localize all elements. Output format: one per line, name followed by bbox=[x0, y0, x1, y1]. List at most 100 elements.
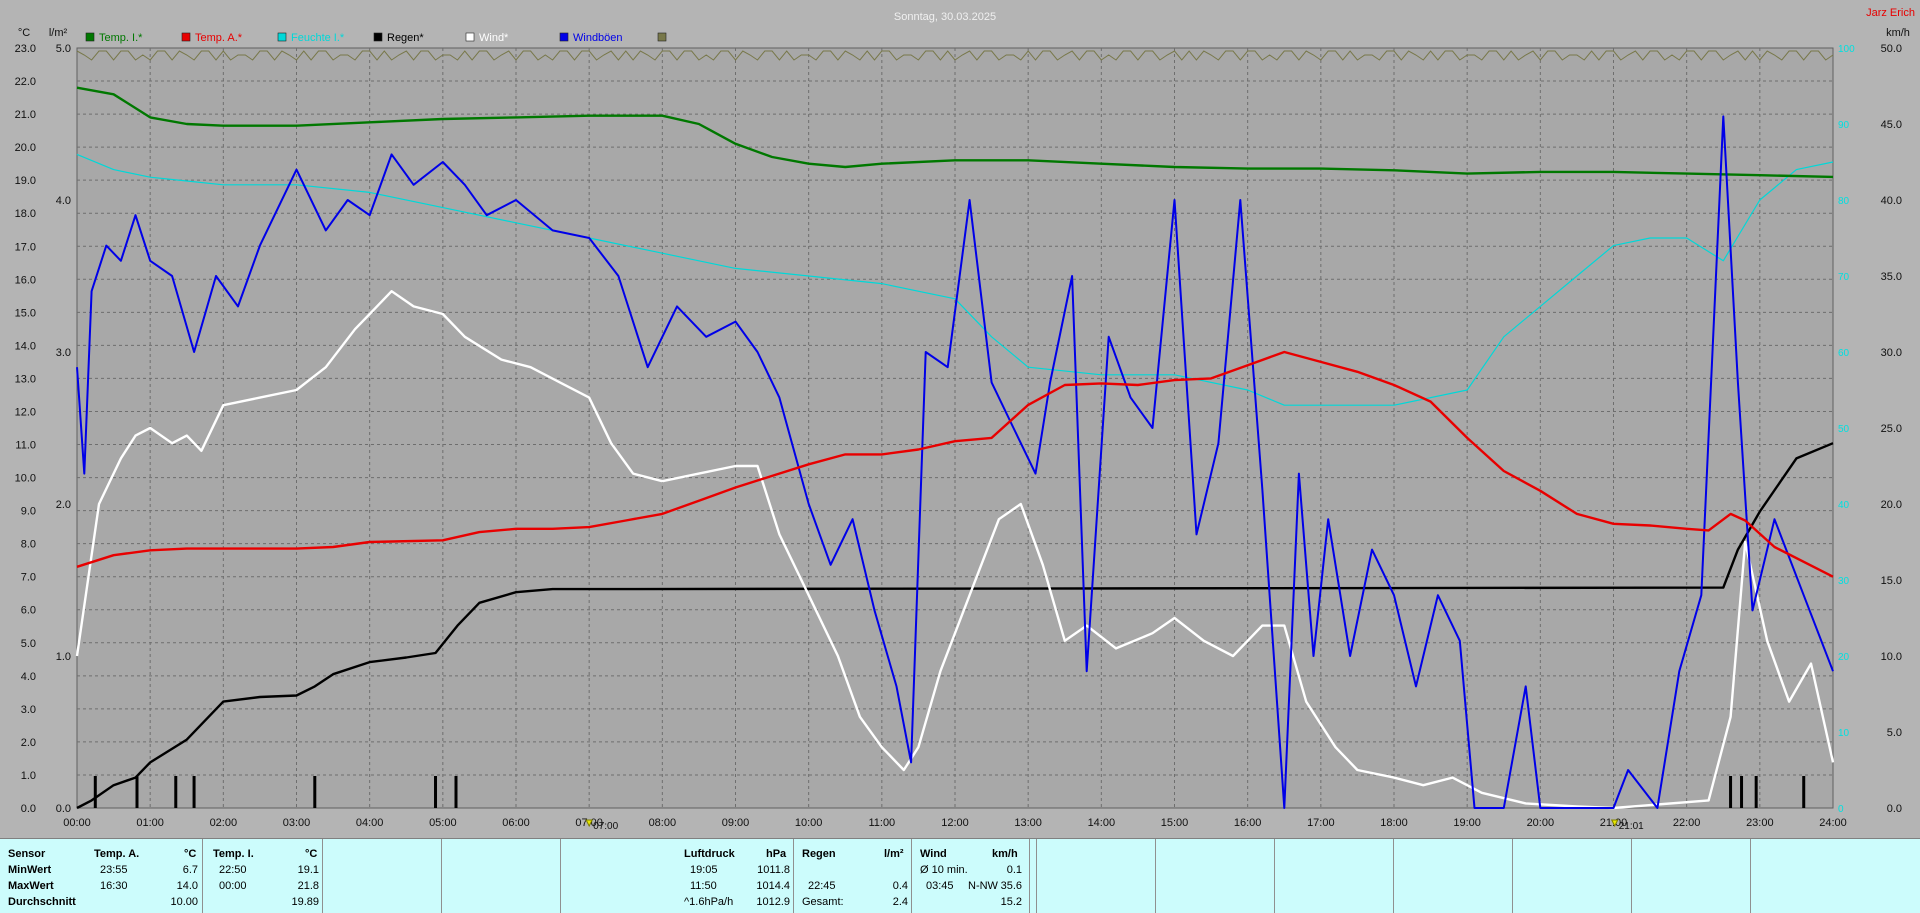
wind-tick-label: 50.0 bbox=[1881, 43, 1902, 55]
legend-label: Temp. I.* bbox=[99, 32, 143, 44]
rain-tick-label: 1.0 bbox=[56, 651, 71, 663]
temp-tick-label: 11.0 bbox=[15, 440, 36, 452]
temp-tick-label: 2.0 bbox=[21, 737, 36, 749]
temp-i-max-val: 21.8 bbox=[297, 880, 319, 892]
temp-i-unit: °C bbox=[305, 848, 318, 860]
aux-tick-label: 100 bbox=[1838, 44, 1855, 55]
pressure-header: Luftdruck bbox=[684, 848, 735, 860]
x-tick-label: 09:00 bbox=[722, 817, 750, 829]
x-tick-label: 01:00 bbox=[136, 817, 164, 829]
rain-total-val: 2.4 bbox=[892, 896, 908, 908]
temp-a-min-val: 6.7 bbox=[182, 864, 198, 876]
wind-max-time: 03:45 bbox=[926, 880, 954, 892]
rain-tick-label: 4.0 bbox=[56, 195, 71, 207]
x-tick-label: 22:00 bbox=[1673, 817, 1701, 829]
legend-swatch bbox=[85, 32, 95, 42]
rain-tick-label: 2.0 bbox=[56, 499, 71, 511]
temp-tick-label: 17.0 bbox=[15, 241, 36, 253]
wind-unit: km/h bbox=[992, 848, 1018, 860]
wind-header: Wind bbox=[920, 848, 947, 860]
wind-tick-label: 45.0 bbox=[1881, 119, 1902, 131]
temp-a-min-time: 23:55 bbox=[100, 864, 128, 876]
legend: Temp. I.* Temp. A.* Feuchte I.* Regen* Wind*… bbox=[85, 32, 667, 44]
aux-tick-label: 90 bbox=[1838, 120, 1850, 131]
wind-tick-label: 15.0 bbox=[1881, 575, 1902, 587]
temp-tick-label: 18.0 bbox=[15, 208, 36, 220]
x-tick-label: 10:00 bbox=[795, 817, 823, 829]
rain-max-val: 0.4 bbox=[892, 880, 908, 892]
wind-avg-label: Ø 10 min. bbox=[920, 864, 968, 876]
temp-i-min-time: 22:50 bbox=[219, 864, 247, 876]
legend-label: Regen* bbox=[387, 32, 424, 44]
axes: 0.0 1.0 2.0 3.0 4.0 5.0 6.0 7.0 8.0 9.0 10.0 11.0 12… bbox=[15, 27, 1910, 832]
rain-tick-label: 0.0 bbox=[56, 803, 71, 815]
x-tick-label: 16:00 bbox=[1234, 817, 1262, 829]
x-tick-label: 08:00 bbox=[649, 817, 677, 829]
wind-max-val: 35.6 bbox=[1000, 880, 1022, 892]
x-tick-label: 03:00 bbox=[283, 817, 311, 829]
temp-a-header: Temp. A. bbox=[94, 848, 140, 860]
rain-unit-label: l/m² bbox=[49, 27, 68, 39]
x-tick-label: 04:00 bbox=[356, 817, 384, 829]
rain-header: Regen bbox=[802, 848, 836, 860]
aux-tick-label: 30 bbox=[1838, 576, 1850, 587]
x-tick-label: 06:00 bbox=[502, 817, 530, 829]
wind-unit-label: km/h bbox=[1886, 27, 1910, 39]
aux-tick-label: 20 bbox=[1838, 652, 1850, 663]
rain-max-time: 22:45 bbox=[808, 880, 836, 892]
aux-tick-label: 60 bbox=[1838, 348, 1850, 359]
label-min: MinWert bbox=[8, 864, 52, 876]
wind-tick-label: 35.0 bbox=[1881, 271, 1902, 283]
legend-swatch bbox=[465, 32, 475, 42]
temp-tick-label: 7.0 bbox=[21, 572, 36, 584]
temp-tick-label: 1.0 bbox=[21, 770, 36, 782]
temp-tick-label: 15.0 bbox=[15, 307, 36, 319]
event-marker-label: 07:00 bbox=[593, 821, 618, 832]
temp-unit-label: °C bbox=[18, 27, 30, 39]
temp-tick-label: 3.0 bbox=[21, 704, 36, 716]
temp-tick-label: 10.0 bbox=[15, 473, 36, 485]
x-tick-label: 05:00 bbox=[429, 817, 457, 829]
legend-label: Temp. A.* bbox=[195, 32, 243, 44]
x-tick-label: 02:00 bbox=[210, 817, 238, 829]
wind-tick-label: 20.0 bbox=[1881, 499, 1902, 511]
wind-tick-label: 10.0 bbox=[1881, 651, 1902, 663]
pressure-trend-val: 1012.9 bbox=[756, 896, 790, 908]
temp-i-min-val: 19.1 bbox=[297, 864, 319, 876]
temp-i-max-time: 00:00 bbox=[219, 880, 247, 892]
label-max: MaxWert bbox=[8, 880, 54, 892]
temp-tick-label: 12.0 bbox=[15, 406, 36, 418]
label-avg: Durchschnitt bbox=[8, 896, 76, 908]
temp-tick-label: 13.0 bbox=[15, 373, 36, 385]
wind-tick-label: 25.0 bbox=[1881, 423, 1902, 435]
legend-swatch bbox=[559, 32, 569, 42]
temp-tick-label: 14.0 bbox=[15, 340, 36, 352]
pressure-trend-label: ^1.6hPa/h bbox=[684, 896, 734, 908]
temp-tick-label: 22.0 bbox=[15, 76, 36, 88]
temp-tick-label: 16.0 bbox=[15, 274, 36, 286]
x-tick-label: 24:00 bbox=[1819, 817, 1847, 829]
rain-total-label: Gesamt: bbox=[802, 896, 844, 908]
temp-i-avg: 19.89 bbox=[291, 896, 319, 908]
pressure-min-val: 1011.8 bbox=[757, 864, 790, 876]
wind-tick-label: 30.0 bbox=[1881, 347, 1902, 359]
temp-tick-label: 8.0 bbox=[21, 539, 36, 551]
temp-i-header: Temp. I. bbox=[213, 848, 254, 860]
pressure-unit: hPa bbox=[766, 848, 787, 860]
temp-tick-label: 20.0 bbox=[15, 142, 36, 154]
x-tick-label: 23:00 bbox=[1746, 817, 1774, 829]
wind-tick-label: 0.0 bbox=[1887, 803, 1902, 815]
wind-avg-val: 0.1 bbox=[1006, 864, 1022, 876]
pressure-min-time: 19:05 bbox=[690, 864, 718, 876]
temp-a-max-time: 16:30 bbox=[100, 880, 128, 892]
legend-label: Wind* bbox=[479, 32, 509, 44]
aux-tick-label: 50 bbox=[1838, 424, 1850, 435]
temp-tick-label: 5.0 bbox=[21, 638, 36, 650]
temp-tick-label: 4.0 bbox=[21, 671, 36, 683]
x-tick-label: 19:00 bbox=[1453, 817, 1481, 829]
temp-a-avg: 10.00 bbox=[170, 896, 198, 908]
x-tick-label: 18:00 bbox=[1380, 817, 1408, 829]
temp-tick-label: 23.0 bbox=[15, 43, 36, 55]
author-label: Jarz Erich bbox=[1866, 7, 1915, 19]
rain-tick-label: 3.0 bbox=[56, 347, 71, 359]
